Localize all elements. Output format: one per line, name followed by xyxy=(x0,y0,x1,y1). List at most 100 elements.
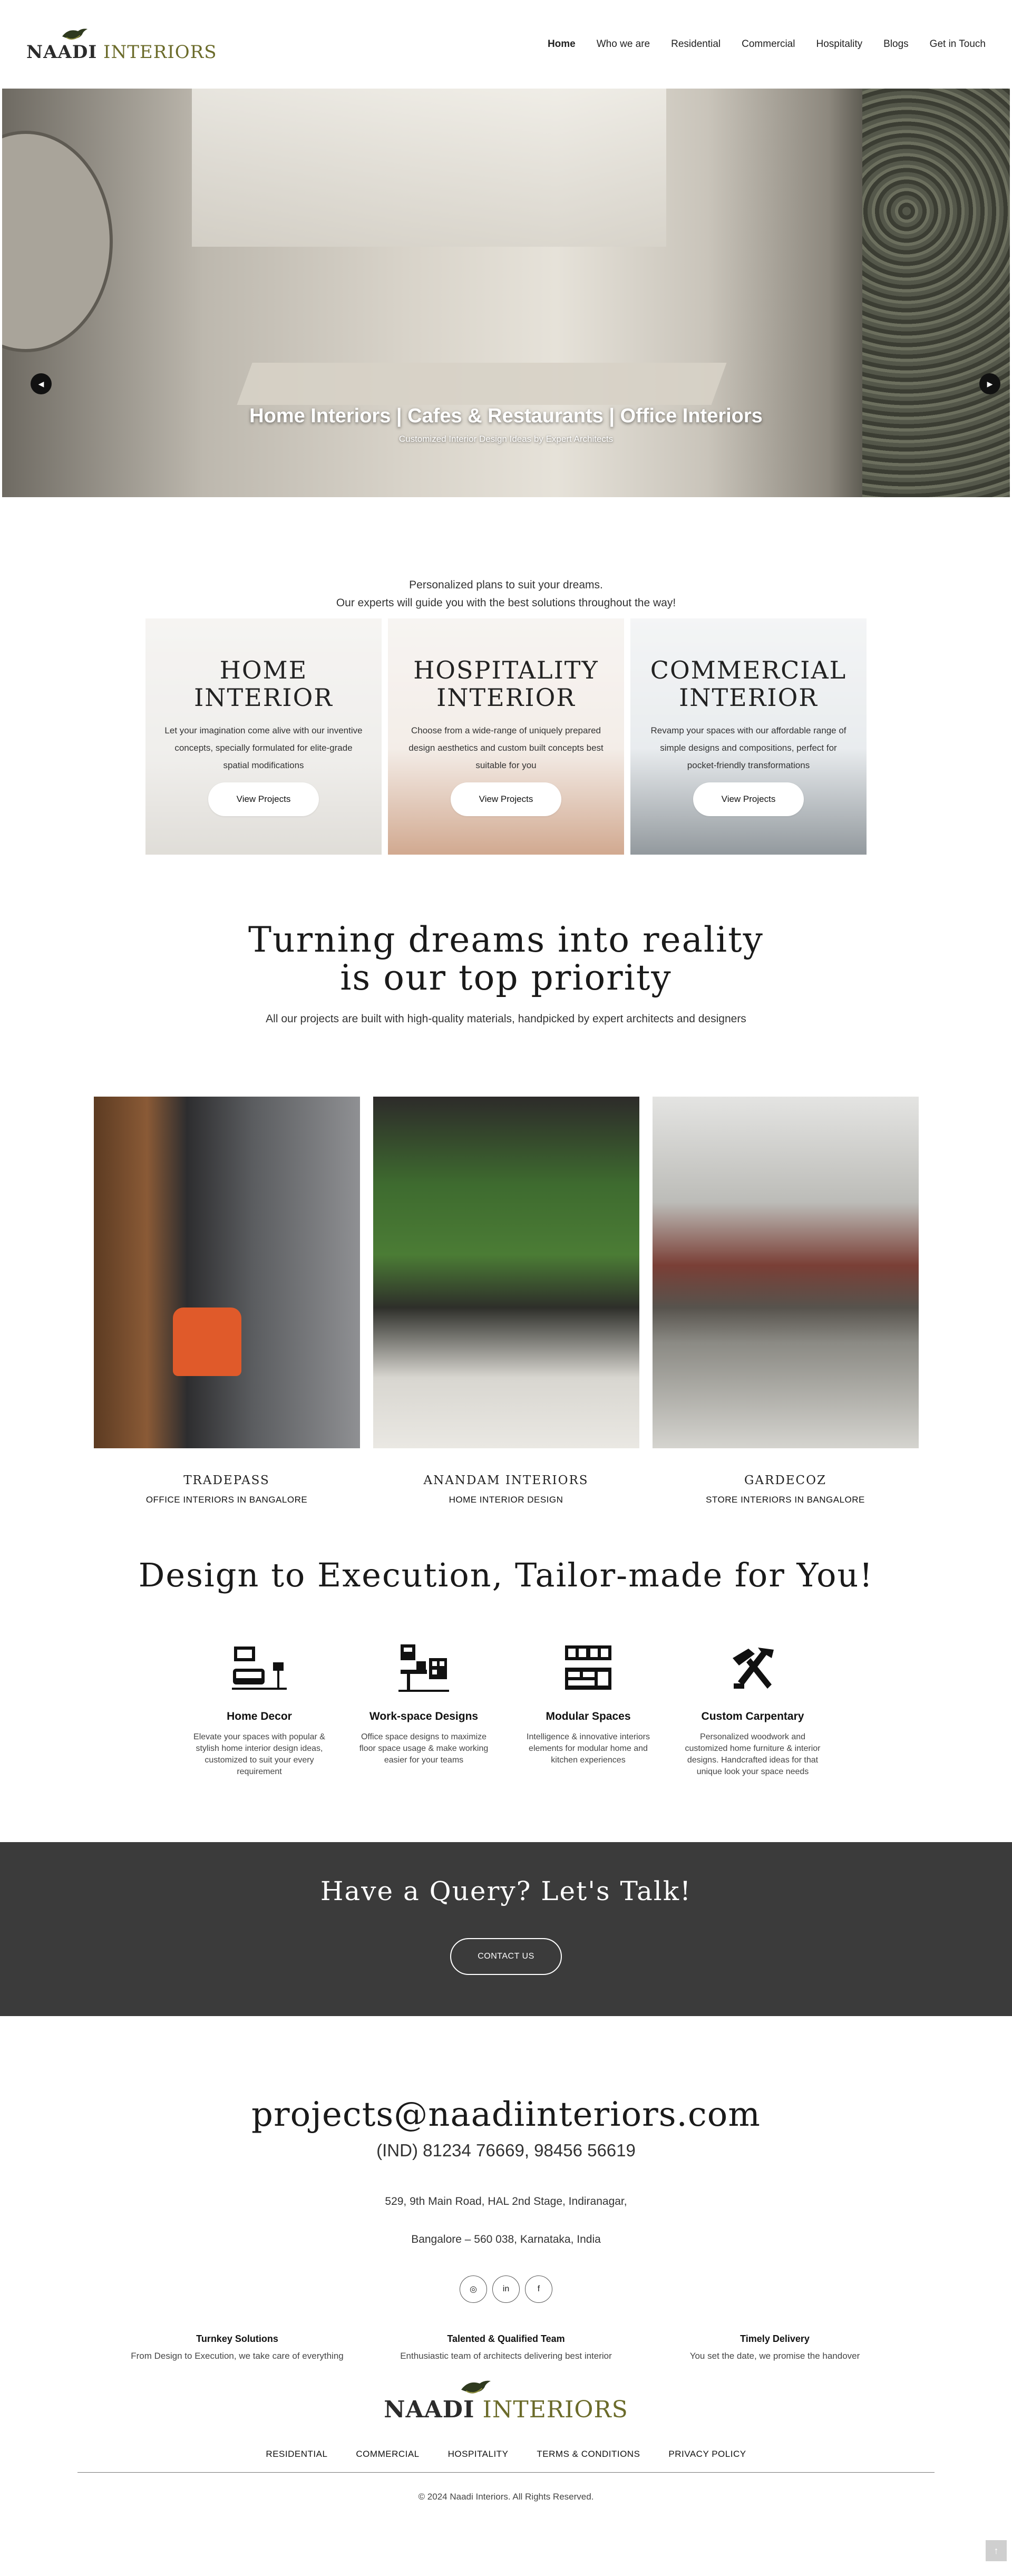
project-category: STORE INTERIORS IN BANGALORE xyxy=(706,1495,865,1505)
main-nav: Home Who we are Residential Commercial H… xyxy=(548,38,986,50)
feature-item: Home Decor Elevate your spaces with popu… xyxy=(186,1640,333,1778)
nav-hospitality[interactable]: Hospitality xyxy=(816,38,862,50)
feature-desc: Intelligence & innovative interiors elem… xyxy=(527,1732,650,1765)
chevron-left-icon: ◀ xyxy=(38,379,44,388)
site-header: NAADI INTERIORS Home Who we are Resident… xyxy=(0,0,1012,89)
project-image[interactable] xyxy=(93,1097,360,1448)
card-title: HOME INTERIOR xyxy=(194,656,333,712)
feature-title: Work-space Designs xyxy=(369,1710,479,1722)
feature-desc: Personalized woodwork and customized hom… xyxy=(685,1732,821,1776)
view-projects-button[interactable]: View Projects xyxy=(208,782,319,816)
project-image[interactable] xyxy=(373,1097,639,1448)
feature-item: Custom Carpentary Personalized woodwork … xyxy=(679,1640,826,1778)
view-projects-button[interactable]: View Projects xyxy=(450,782,562,816)
dreams-subtitle: All our projects are built with high-qua… xyxy=(266,1013,746,1025)
footer-link-privacy[interactable]: PRIVACY POLICY xyxy=(668,2449,746,2459)
footer-logo[interactable]: NAADI INTERIORS xyxy=(0,2377,1012,2423)
project-image[interactable] xyxy=(652,1097,919,1448)
card-title: COMMERCIAL INTERIOR xyxy=(650,656,847,712)
nav-blogs[interactable]: Blogs xyxy=(883,38,909,50)
highlight-desc: From Design to Execution, we take care o… xyxy=(131,2351,344,2361)
nav-residential[interactable]: Residential xyxy=(671,38,721,50)
feature-item: Modular Spaces Intelligence & innovative… xyxy=(514,1640,662,1778)
nav-commercial[interactable]: Commercial xyxy=(742,38,795,50)
view-projects-button[interactable]: View Projects xyxy=(693,782,804,816)
service-card-commercial[interactable]: COMMERCIAL INTERIOR Revamp your spaces wi… xyxy=(630,618,867,855)
project-name: TRADEPASS xyxy=(183,1474,270,1487)
feature-desc: Elevate your spaces with popular & styli… xyxy=(193,1732,325,1776)
home-decor-icon xyxy=(186,1640,333,1698)
highlight-item: Turnkey Solutions From Design to Executi… xyxy=(111,2333,364,2361)
highlight-desc: You set the date, we promise the handove… xyxy=(689,2351,860,2361)
modular-kitchen-icon xyxy=(514,1640,662,1698)
highlights-row: Turnkey Solutions From Design to Executi… xyxy=(111,2333,901,2361)
feature-title: Modular Spaces xyxy=(546,1710,631,1722)
bird-logo-icon xyxy=(461,2380,491,2394)
project-card[interactable]: GARDECOZ STORE INTERIORS IN BANGALORE xyxy=(652,1097,919,1505)
hero-title: Home Interiors | Cafes & Restaurants | O… xyxy=(249,405,763,427)
feature-desc: Office space designs to maximize floor s… xyxy=(359,1732,489,1765)
footer-logo-main: NAADI xyxy=(384,2396,475,2423)
service-card-home[interactable]: HOME INTERIOR Let your imagination come a… xyxy=(145,618,382,855)
feature-item: Work-space Designs Office space designs … xyxy=(350,1640,498,1778)
instagram-icon[interactable]: ◎ xyxy=(460,2275,487,2303)
project-card[interactable]: TRADEPASS OFFICE INTERIORS IN BANGALORE xyxy=(93,1097,360,1505)
bird-logo-icon xyxy=(62,28,87,40)
footer-logo-sub: INTERIORS xyxy=(482,2396,628,2423)
card-description: Choose from a wide-range of uniquely pre… xyxy=(408,725,604,770)
slider-prev-button[interactable]: ◀ xyxy=(31,373,52,394)
highlight-item: Talented & Qualified Team Enthusiastic t… xyxy=(380,2333,632,2361)
slider-next-button[interactable]: ▶ xyxy=(979,373,1000,394)
contact-phone[interactable]: (IND) 81234 76669, 98456 56619 xyxy=(0,2141,1012,2161)
service-cards: HOME INTERIOR Let your imagination come a… xyxy=(0,618,1012,855)
hero-subtitle: Customized Interior Design Ideas by Expe… xyxy=(398,434,614,444)
footer-divider xyxy=(77,2472,935,2473)
copyright-text: © 2024 Naadi Interiors. All Rights Reser… xyxy=(418,2492,594,2502)
nav-who-we-are[interactable]: Who we are xyxy=(597,38,650,50)
project-name: GARDECOZ xyxy=(744,1474,826,1487)
query-banner: Have a Query? Let's Talk! CONTACT US xyxy=(0,1842,1012,2016)
card-description: Revamp your spaces with our affordable r… xyxy=(650,725,846,770)
project-category: HOME INTERIOR DESIGN xyxy=(449,1495,563,1505)
back-to-top-button[interactable]: ↑ xyxy=(986,2540,1007,2561)
logo-main-text: NAADI xyxy=(26,42,98,63)
feature-list: Home Decor Elevate your spaces with popu… xyxy=(0,1640,1012,1778)
footer-link-commercial[interactable]: COMMERCIAL xyxy=(356,2449,419,2459)
site-logo[interactable]: NAADI INTERIORS xyxy=(26,26,217,63)
chevron-right-icon: ▶ xyxy=(987,379,993,388)
feature-title: Home Decor xyxy=(227,1710,292,1722)
facebook-icon[interactable]: f xyxy=(525,2275,552,2303)
footer-link-terms[interactable]: TERMS & CONDITIONS xyxy=(537,2449,640,2459)
project-gallery: TRADEPASS OFFICE INTERIORS IN BANGALORE … xyxy=(0,1097,1012,1505)
service-card-hospitality[interactable]: HOSPITALITY INTERIOR Choose from a wide-r… xyxy=(388,618,624,855)
highlight-desc: Enthusiastic team of architects deliveri… xyxy=(400,2351,612,2361)
contact-us-button[interactable]: CONTACT US xyxy=(450,1938,562,1975)
project-name: ANANDAM INTERIORS xyxy=(423,1474,589,1487)
project-category: OFFICE INTERIORS IN BANGALORE xyxy=(145,1495,308,1505)
arrow-up-icon: ↑ xyxy=(994,2545,999,2556)
footer-link-hospitality[interactable]: HOSPITALITY xyxy=(448,2449,509,2459)
contact-address-line-1: 529, 9th Main Road, HAL 2nd Stage, Indir… xyxy=(385,2195,627,2207)
hero-image-table xyxy=(237,363,727,405)
footer-link-residential[interactable]: RESIDENTIAL xyxy=(266,2449,327,2459)
social-links: ◎ in f xyxy=(0,2275,1012,2303)
nav-home[interactable]: Home xyxy=(548,38,576,50)
project-card[interactable]: ANANDAM INTERIORS HOME INTERIOR DESIGN xyxy=(373,1097,639,1505)
contact-email-link[interactable]: projects@naadiinteriors.com xyxy=(0,2095,1012,2134)
linkedin-icon[interactable]: in xyxy=(492,2275,520,2303)
hero-slider: ◀ ▶ Home Interiors | Cafes & Restaurants… xyxy=(2,89,1010,497)
design-execution-section: Design to Execution, Tailor-made for You… xyxy=(0,1556,1012,1778)
dreams-heading: Turning dreams into reality is our top pr… xyxy=(248,919,764,998)
logo-sub-text: INTERIORS xyxy=(103,42,217,63)
workspace-icon xyxy=(350,1640,498,1698)
nav-get-in-touch[interactable]: Get in Touch xyxy=(930,38,986,50)
footer-nav: RESIDENTIAL COMMERCIAL HOSPITALITY TERMS… xyxy=(0,2449,1012,2459)
carpentry-tools-icon xyxy=(679,1640,826,1698)
card-title: HOSPITALITY INTERIOR xyxy=(413,656,599,712)
hero-image-ceiling xyxy=(192,89,666,247)
contact-section: projects@naadiinteriors.com (IND) 81234 … xyxy=(0,2016,1012,2303)
hero-image-mirror xyxy=(2,131,113,352)
intro-line-2: Our experts will guide you with the best… xyxy=(336,597,676,609)
highlight-item: Timely Delivery You set the date, we pro… xyxy=(648,2333,901,2361)
highlight-title: Timely Delivery xyxy=(740,2333,810,2344)
